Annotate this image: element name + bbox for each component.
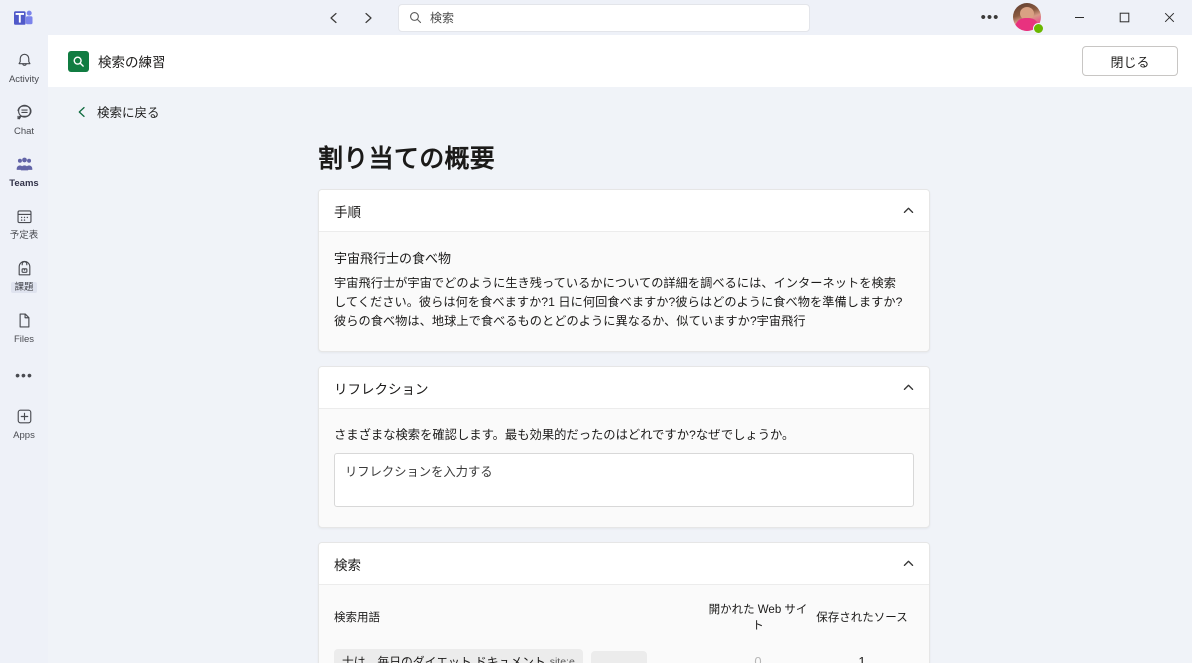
reflection-card-body: さまざまな検索を確認します。最も効果的だったのはどれですか?なぜでしょうか。 リ…	[319, 409, 929, 527]
page-title: 検索の練習	[98, 55, 166, 70]
instructions-paragraph: 宇宙飛行士が宇宙でどのように生き残っているかについての詳細を調べるには、インター…	[334, 276, 903, 328]
sidebar-item-label: Chat	[13, 126, 35, 137]
back-to-search-label: 検索に戻る	[97, 106, 160, 120]
sidebar-more-button[interactable]: •••	[0, 353, 48, 397]
instructions-subheading: 宇宙飛行士の食べ物	[334, 251, 452, 266]
search-term-cell: 士は、毎日のダイエット ドキュメント site:e	[334, 642, 706, 663]
global-search-input[interactable]: 検索	[398, 3, 810, 32]
file-icon	[15, 309, 34, 331]
search-term-chip[interactable]: 士は、毎日のダイエット ドキュメント site:e	[334, 649, 583, 663]
app-header: 検索の練習 閉じる	[48, 35, 1192, 87]
search-card-title: 検索	[334, 557, 361, 573]
search-card: 検索 検索用語 開かれた Web サイト 保存されたソース 士は、毎日のダイエッ…	[318, 542, 930, 663]
opened-sites-value: 0	[754, 654, 762, 663]
minimize-button[interactable]	[1057, 0, 1102, 35]
assignment-overview-title: 割り当ての概要	[318, 145, 496, 173]
avatar[interactable]	[1013, 2, 1044, 34]
back-button[interactable]	[320, 4, 348, 32]
title-bar: 検索 •••	[0, 0, 1192, 35]
search-icon	[409, 11, 422, 24]
chevron-up-icon[interactable]	[902, 381, 915, 394]
sidebar-item-label: Activity	[8, 74, 40, 85]
table-head: 検索用語 開かれた Web サイト 保存されたソース	[334, 601, 914, 642]
table-row[interactable]: 士は、毎日のダイエット ドキュメント site:e 0 1	[334, 642, 914, 663]
chevron-up-icon[interactable]	[902, 204, 915, 217]
chat-icon	[15, 101, 34, 123]
window-controls-group: •••	[975, 0, 1192, 35]
chevron-up-icon[interactable]	[902, 557, 915, 570]
reflection-card: リフレクション さまざまな検索を確認します。最も効果的だったのはどれですか?なぜ…	[318, 366, 930, 528]
col-opened-sites: 開かれた Web サイト	[708, 604, 808, 632]
apps-plus-icon	[15, 405, 34, 427]
instructions-card-header[interactable]: 手順	[319, 190, 929, 232]
instructions-card-body: 宇宙飛行士の食べ物 宇宙飛行士が宇宙でどのように生き残っているかについての詳細を…	[319, 232, 929, 351]
sidebar-item-apps[interactable]: Apps	[0, 397, 48, 449]
teams-people-icon	[15, 153, 34, 175]
sidebar-item-label: 課題	[11, 282, 37, 293]
sidebar-item-teams[interactable]: Teams	[0, 145, 48, 197]
search-placeholder: 検索	[430, 11, 455, 25]
chevron-left-icon	[76, 106, 88, 118]
col-search-term: 検索用語	[334, 612, 380, 624]
teams-logo-icon	[0, 0, 48, 35]
forward-button[interactable]	[354, 4, 382, 32]
close-window-button[interactable]	[1147, 0, 1192, 35]
sidebar-item-label: Apps	[13, 430, 35, 441]
sidebar-item-label: Teams	[9, 178, 39, 189]
sidebar-item-files[interactable]: Files	[0, 301, 48, 353]
chip-operator: site:e	[549, 655, 575, 663]
table-header-row: 検索用語 開かれた Web サイト 保存されたソース	[334, 601, 914, 642]
search-term-chip-placeholder[interactable]	[590, 651, 647, 663]
sidebar-item-label: Files	[13, 334, 35, 345]
instructions-card: 手順 宇宙飛行士の食べ物 宇宙飛行士が宇宙でどのように生き残っているかについての…	[318, 189, 930, 352]
col-saved-sources: 保存されたソース	[816, 612, 908, 624]
reflection-input[interactable]: リフレクションを入力する	[334, 453, 914, 507]
search-card-header[interactable]: 検索	[319, 543, 929, 585]
close-assignment-button[interactable]: 閉じる	[1082, 46, 1178, 76]
bell-icon	[15, 49, 34, 71]
search-app-icon	[68, 50, 89, 72]
reflection-question: さまざまな検索を確認します。最も効果的だったのはどれですか?なぜでしょうか。	[334, 428, 795, 442]
content-area: 検索に戻る 割り当ての概要 手順 宇宙飛行士の食べ物 宇宙飛行士が宇宙でどのよう…	[48, 87, 1192, 663]
reflection-card-title: リフレクション	[334, 381, 429, 397]
nav-buttons	[320, 4, 382, 32]
back-to-search-link[interactable]: 検索に戻る	[48, 87, 160, 121]
search-card-body: 検索用語 開かれた Web サイト 保存されたソース 士は、毎日のダイエット ド…	[319, 585, 929, 663]
sidebar-item-calendar[interactable]: 予定表	[0, 197, 48, 249]
search-term-chips: 士は、毎日のダイエット ドキュメント site:e	[334, 649, 706, 663]
maximize-button[interactable]	[1102, 0, 1147, 35]
settings-more-button[interactable]: •••	[975, 3, 1005, 33]
table-body: 士は、毎日のダイエット ドキュメント site:e 0 1	[334, 642, 914, 663]
calendar-icon	[15, 205, 34, 227]
sidebar-item-label: 予定表	[9, 230, 39, 241]
search-terms-table: 検索用語 開かれた Web サイト 保存されたソース 士は、毎日のダイエット ド…	[334, 601, 914, 663]
chip-text: 士は、毎日のダイエット ドキュメント	[342, 655, 546, 663]
instructions-card-title: 手順	[334, 204, 361, 220]
left-rail: Activity Chat Teams 予定表 課題 Files ••• App…	[0, 35, 48, 663]
presence-badge-available	[1033, 22, 1044, 34]
backpack-icon	[15, 257, 34, 279]
sidebar-item-assignments[interactable]: 課題	[0, 249, 48, 301]
sidebar-item-activity[interactable]: Activity	[0, 41, 48, 93]
sidebar-item-chat[interactable]: Chat	[0, 93, 48, 145]
reflection-card-header[interactable]: リフレクション	[319, 367, 929, 409]
saved-sources-value: 1	[858, 654, 866, 663]
